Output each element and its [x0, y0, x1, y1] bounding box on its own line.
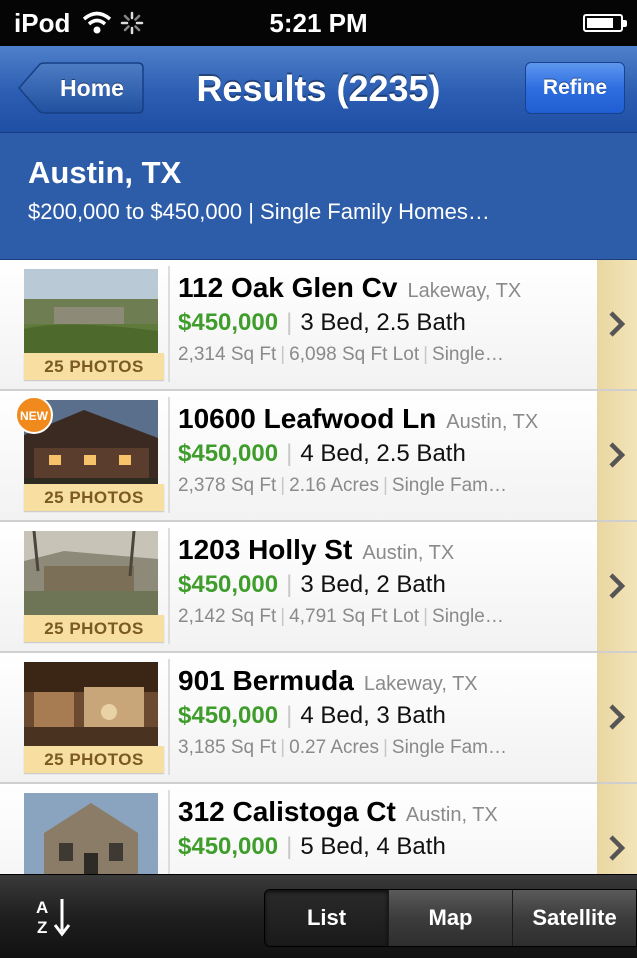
listing-info: 112 Oak Glen Cv Lakeway, TX $450,000 | 3 Be…	[178, 272, 522, 365]
listing-row[interactable]: 25 PHOTOS 901 Bermuda Lakeway, TX $450,00…	[0, 653, 637, 784]
listing-beds-baths: 3 Bed, 2.5 Bath	[300, 309, 466, 336]
listing-photo[interactable]	[24, 531, 158, 626]
chevron-right-icon	[609, 835, 626, 861]
listing-row[interactable]: 312 Calistoga Ct Austin, TX $450,000 | 5 Be…	[0, 784, 637, 874]
sort-az-icon[interactable]: A Z	[34, 893, 74, 939]
carrier-label: iPod	[14, 7, 71, 38]
listing-type: Single…	[432, 606, 504, 627]
listing-disclosure[interactable]	[597, 391, 637, 520]
tab-satellite[interactable]: Satellite	[512, 890, 636, 946]
photo-count-tag: 25 PHOTOS	[24, 615, 164, 642]
listing-disclosure[interactable]	[597, 260, 637, 389]
listing-price: $450,000	[178, 702, 279, 729]
photo-count-tag: 25 PHOTOS	[24, 353, 164, 380]
listing-lot: 2.16 Acres	[289, 475, 379, 496]
listing-address: 112 Oak Glen Cv	[178, 272, 398, 303]
wifi-icon	[83, 11, 112, 34]
listing-address: 1203 Holly St	[178, 534, 353, 565]
view-mode-segmented-control[interactable]: List Map Satellite	[264, 889, 637, 947]
tab-list[interactable]: List	[265, 890, 388, 946]
listing-photo[interactable]	[24, 793, 158, 874]
refine-button[interactable]: Refine	[525, 62, 625, 114]
status-bar: iPod 5:21 PM	[0, 0, 637, 46]
listing-photo[interactable]	[24, 662, 158, 757]
listing-city: Lakeway, TX	[407, 280, 522, 302]
listing-info: 1203 Holly St Austin, TX $450,000 | 3 Bed, …	[178, 534, 504, 627]
listing-type: Single Fam…	[391, 737, 507, 758]
listing-sqft: 2,314 Sq Ft	[178, 344, 277, 365]
listing-city: Austin, TX	[446, 411, 539, 433]
home-button-label: Home	[60, 75, 124, 101]
listing-price: $450,000	[178, 571, 279, 598]
listing-info: 10600 Leafwood Ln Austin, TX $450,000 | 4 B…	[178, 403, 539, 496]
listing-disclosure[interactable]	[597, 653, 637, 782]
listing-price: $450,000	[178, 833, 279, 860]
listing-beds-baths: 3 Bed, 2 Bath	[300, 571, 446, 598]
listing-type: Single…	[432, 344, 504, 365]
navigation-bar: Home Results (2235) Refine	[0, 46, 637, 133]
search-summary: Austin, TX $200,000 to $450,000 | Single…	[0, 133, 637, 260]
listing-row[interactable]: 25 PHOTOS 1203 Holly St Austin, TX $450,0…	[0, 522, 637, 653]
listing-price: $450,000	[178, 440, 279, 467]
listing-type: Single Fam…	[391, 475, 507, 496]
chevron-right-icon	[609, 704, 626, 730]
listing-city: Austin, TX	[405, 804, 498, 826]
listing-disclosure[interactable]	[597, 784, 637, 874]
chevron-right-icon	[609, 573, 626, 599]
svg-text:A: A	[36, 898, 48, 917]
listing-sqft: 2,378 Sq Ft	[178, 475, 277, 496]
battery-icon	[583, 14, 627, 32]
row-divider	[168, 528, 170, 644]
listing-sqft: 2,142 Sq Ft	[178, 606, 277, 627]
page-title: Results (2235)	[196, 68, 441, 109]
row-divider	[168, 790, 170, 874]
results-list[interactable]: 25 PHOTOS 112 Oak Glen Cv Lakeway, TX $45…	[0, 260, 637, 874]
listing-disclosure[interactable]	[597, 522, 637, 651]
photo-count-tag: 25 PHOTOS	[24, 484, 164, 511]
new-listing-badge: NEW	[15, 396, 53, 434]
row-divider	[168, 266, 170, 382]
listing-row[interactable]: NEW 25 PHOTOS 10600 Leafwood Ln Austin, T…	[0, 391, 637, 522]
svg-text:NEW: NEW	[20, 409, 49, 423]
row-divider	[168, 659, 170, 775]
listing-photo[interactable]	[24, 269, 158, 364]
listing-lot: 0.27 Acres	[289, 737, 379, 758]
listing-lot: 6,098 Sq Ft Lot	[289, 344, 420, 365]
listing-city: Austin, TX	[362, 542, 455, 564]
listing-address: 901 Bermuda	[178, 665, 354, 696]
bottom-toolbar: A Z List Map Satellite	[0, 874, 637, 958]
listing-beds-baths: 4 Bed, 3 Bath	[300, 702, 446, 729]
activity-spinner-icon	[121, 11, 144, 35]
listing-city: Lakeway, TX	[363, 673, 478, 695]
listing-info: 901 Bermuda Lakeway, TX $450,000 | 4 Bed, 3…	[178, 665, 507, 758]
listing-address: 10600 Leafwood Ln	[178, 403, 437, 434]
listing-address: 312 Calistoga Ct	[178, 796, 396, 827]
search-criteria: $200,000 to $450,000 | Single Family Hom…	[28, 199, 490, 224]
chevron-right-icon	[609, 311, 626, 337]
listing-lot: 4,791 Sq Ft Lot	[289, 606, 420, 627]
listing-row[interactable]: 25 PHOTOS 112 Oak Glen Cv Lakeway, TX $45…	[0, 260, 637, 391]
search-location: Austin, TX	[28, 155, 182, 190]
tab-map[interactable]: Map	[388, 890, 512, 946]
listing-info: 312 Calistoga Ct Austin, TX $450,000 | 5 Be…	[178, 796, 498, 860]
listing-beds-baths: 4 Bed, 2.5 Bath	[300, 440, 466, 467]
svg-text:Z: Z	[37, 918, 47, 937]
listing-beds-baths: 5 Bed, 4 Bath	[300, 833, 446, 860]
row-divider	[168, 397, 170, 513]
home-back-button[interactable]: Home	[18, 62, 144, 114]
listing-price: $450,000	[178, 309, 279, 336]
listing-sqft: 3,185 Sq Ft	[178, 737, 277, 758]
chevron-right-icon	[609, 442, 626, 468]
photo-count-tag: 25 PHOTOS	[24, 746, 164, 773]
